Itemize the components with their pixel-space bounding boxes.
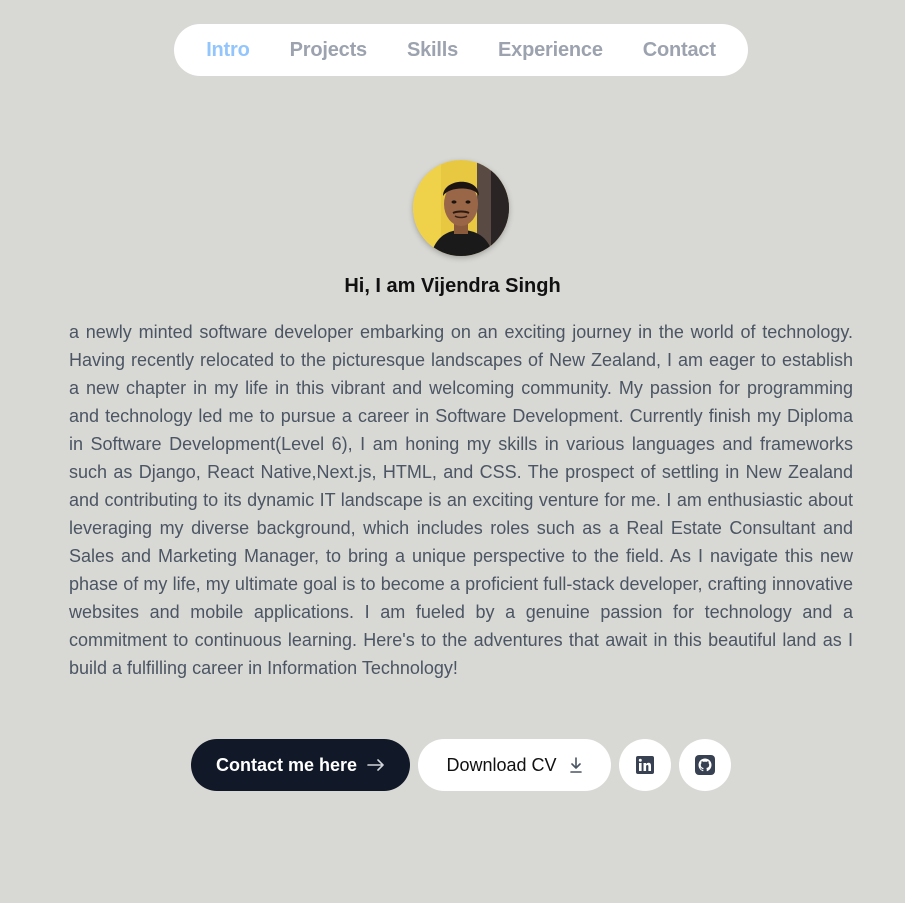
nav-item-projects[interactable]: Projects xyxy=(270,39,387,62)
bio-paragraph: a newly minted software developer embark… xyxy=(69,322,853,678)
contact-button[interactable]: Contact me here xyxy=(191,739,410,791)
download-cv-button[interactable]: Download CV xyxy=(418,739,611,791)
contact-button-label: Contact me here xyxy=(215,754,358,775)
top-nav: Intro Projects Skills Experience Contact xyxy=(174,24,748,76)
github-button[interactable] xyxy=(679,739,731,791)
profile-photo-icon xyxy=(413,160,509,256)
linkedin-button[interactable] xyxy=(619,739,671,791)
profile-avatar xyxy=(413,160,509,256)
download-cv-label: Download CV xyxy=(446,754,557,775)
nav-item-skills[interactable]: Skills xyxy=(387,39,478,62)
nav-item-contact[interactable]: Contact xyxy=(623,39,736,62)
nav-item-experience[interactable]: Experience xyxy=(478,39,623,62)
download-icon xyxy=(569,757,583,773)
linkedin-icon xyxy=(636,756,654,774)
arrow-right-icon xyxy=(367,758,385,772)
greeting-heading: Hi, I am Vijendra Singh xyxy=(344,275,561,297)
github-icon xyxy=(695,755,715,775)
action-buttons: Contact me here Download CV xyxy=(191,739,731,791)
nav-item-intro[interactable]: Intro xyxy=(186,39,269,62)
